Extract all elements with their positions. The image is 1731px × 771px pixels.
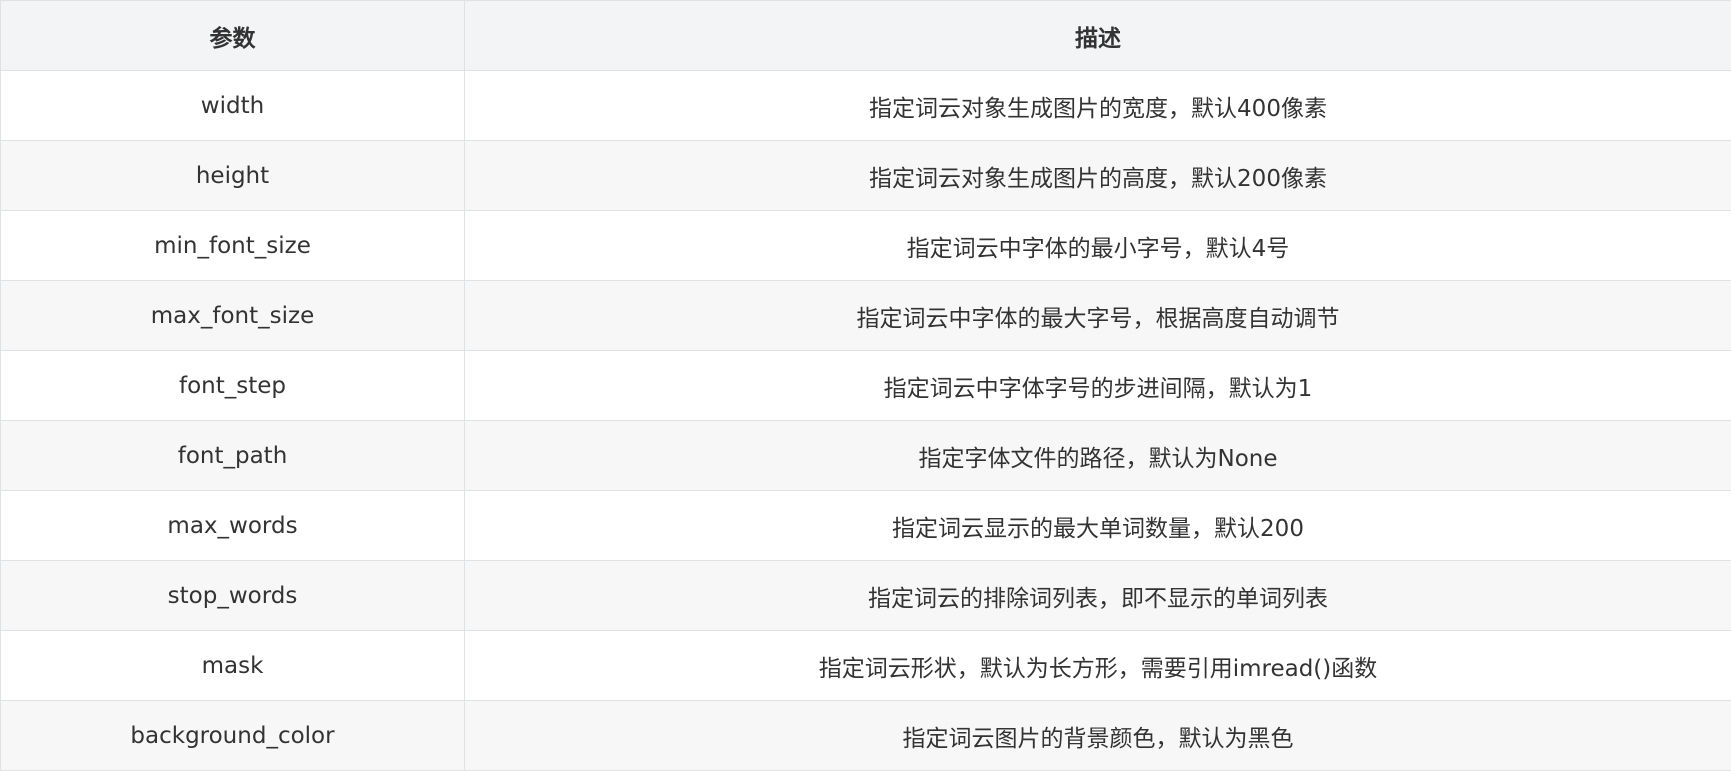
cell-description: 指定词云的排除词列表，即不显示的单词列表 [464,560,1731,631]
cell-param: width [0,70,465,141]
cell-description: 指定词云形状，默认为长方形，需要引用imread()函数 [464,630,1731,701]
cell-param: mask [0,630,465,701]
cell-description: 指定词云中字体字号的步进间隔，默认为1 [464,350,1731,421]
cell-param: height [0,140,465,211]
table-row: height 指定词云对象生成图片的高度，默认200像素 [0,140,1731,211]
table-row: max_words 指定词云显示的最大单词数量，默认200 [0,490,1731,561]
table-row: font_path 指定字体文件的路径，默认为None [0,420,1731,491]
cell-param: max_font_size [0,280,465,351]
header-description: 描述 [464,0,1731,71]
table-row: max_font_size 指定词云中字体的最大字号，根据高度自动调节 [0,280,1731,351]
table-body: width 指定词云对象生成图片的宽度，默认400像素 height 指定词云对… [0,70,1731,771]
header-param: 参数 [0,0,465,71]
cell-description: 指定词云对象生成图片的高度，默认200像素 [464,140,1731,211]
cell-description: 指定字体文件的路径，默认为None [464,420,1731,491]
parameter-table-container: 参数 描述 width 指定词云对象生成图片的宽度，默认400像素 height… [0,0,1731,771]
table-header: 参数 描述 [0,0,1731,71]
cell-description: 指定词云中字体的最小字号，默认4号 [464,210,1731,281]
table-row: background_color 指定词云图片的背景颜色，默认为黑色 [0,700,1731,771]
cell-param: background_color [0,700,465,771]
cell-description: 指定词云对象生成图片的宽度，默认400像素 [464,70,1731,141]
cell-param: font_step [0,350,465,421]
table-row: mask 指定词云形状，默认为长方形，需要引用imread()函数 [0,630,1731,701]
table-row: font_step 指定词云中字体字号的步进间隔，默认为1 [0,350,1731,421]
cell-param: stop_words [0,560,465,631]
table-row: width 指定词云对象生成图片的宽度，默认400像素 [0,70,1731,141]
table-row: stop_words 指定词云的排除词列表，即不显示的单词列表 [0,560,1731,631]
table-header-row: 参数 描述 [0,0,1731,71]
parameter-table: 参数 描述 width 指定词云对象生成图片的宽度，默认400像素 height… [0,0,1731,771]
table-row: min_font_size 指定词云中字体的最小字号，默认4号 [0,210,1731,281]
cell-param: max_words [0,490,465,561]
cell-description: 指定词云显示的最大单词数量，默认200 [464,490,1731,561]
cell-param: min_font_size [0,210,465,281]
cell-description: 指定词云中字体的最大字号，根据高度自动调节 [464,280,1731,351]
cell-param: font_path [0,420,465,491]
cell-description: 指定词云图片的背景颜色，默认为黑色 [464,700,1731,771]
